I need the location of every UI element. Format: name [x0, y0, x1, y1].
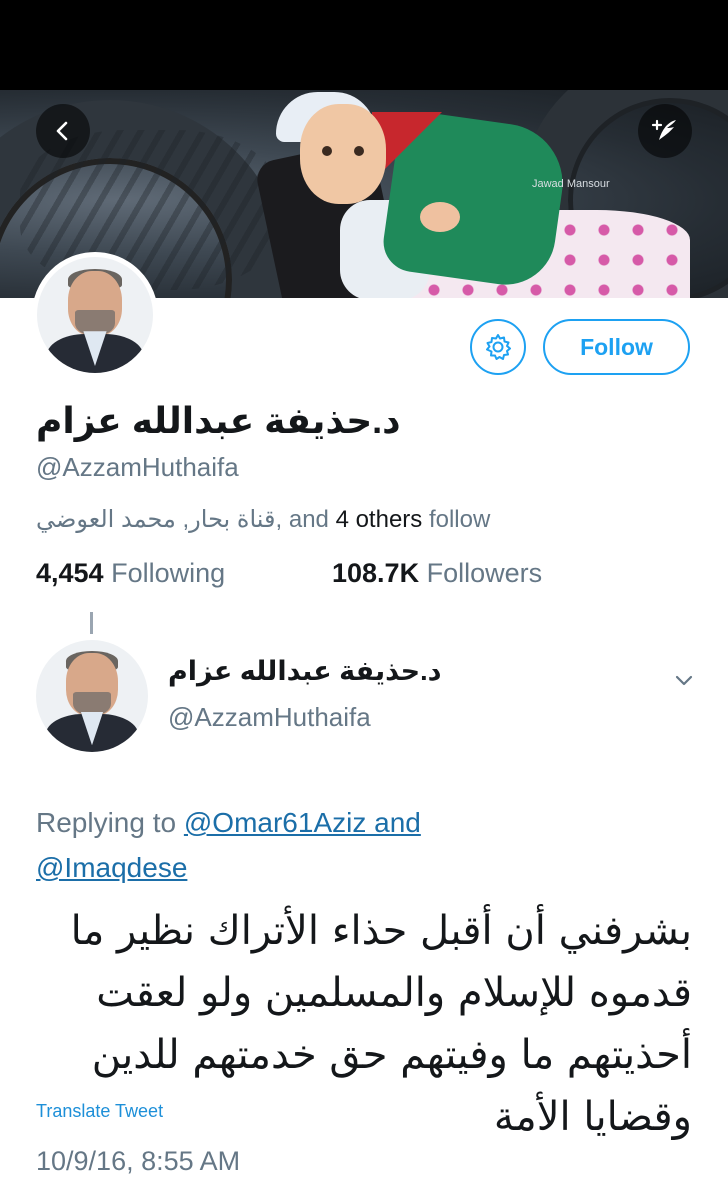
follow-button[interactable]: Follow	[543, 319, 690, 375]
followers-label: Followers	[426, 558, 543, 588]
tweet-timestamp: 10/9/16, 8:55 AM	[36, 1146, 241, 1176]
followers-you-know[interactable]: قناة بحار, محمد العوضي, and 4 others fol…	[36, 505, 490, 534]
back-button[interactable]	[36, 104, 90, 158]
followed-by-count[interactable]: 4 others	[336, 506, 423, 533]
followed-by-names[interactable]: قناة بحار, محمد العوضي	[36, 506, 276, 533]
translate-tweet-link[interactable]: Translate Tweet	[36, 1101, 163, 1122]
banner-watermark: Jawad Mansour	[532, 178, 610, 190]
status-bar-area	[0, 0, 728, 90]
followers-stat[interactable]: 108.7K Followers	[332, 558, 542, 589]
baby-face	[300, 104, 386, 204]
profile-handle: @AzzamHuthaifa	[36, 452, 239, 482]
chevron-down-icon[interactable]	[672, 668, 696, 692]
profile-settings-button[interactable]	[470, 319, 526, 375]
followers-count: 108.7K	[332, 558, 420, 588]
replying-to: Replying to @Omar61Aziz and @Imaqdese	[36, 807, 421, 883]
tweet-author-name[interactable]: د.حذيفة عبدالله عزام	[168, 656, 442, 687]
tweet-author-handle[interactable]: @AzzamHuthaifa	[168, 702, 371, 733]
tweet-author-avatar[interactable]	[36, 640, 148, 752]
chevron-left-icon	[56, 121, 68, 141]
compose-icon	[651, 119, 676, 140]
following-count: 4,454	[36, 558, 104, 588]
gear-icon	[486, 334, 511, 360]
following-stat[interactable]: 4,454 Following	[36, 558, 225, 589]
compose-tweet-button[interactable]	[638, 104, 692, 158]
reply-mention-link[interactable]: @Omar61Aziz and	[184, 807, 421, 838]
thread-connector	[90, 612, 93, 634]
profile-avatar[interactable]	[32, 252, 158, 378]
following-label: Following	[111, 558, 226, 588]
profile-display-name: د.حذيفة عبدالله عزام	[36, 400, 401, 441]
reply-mention-link[interactable]: @Imaqdese	[36, 852, 187, 883]
